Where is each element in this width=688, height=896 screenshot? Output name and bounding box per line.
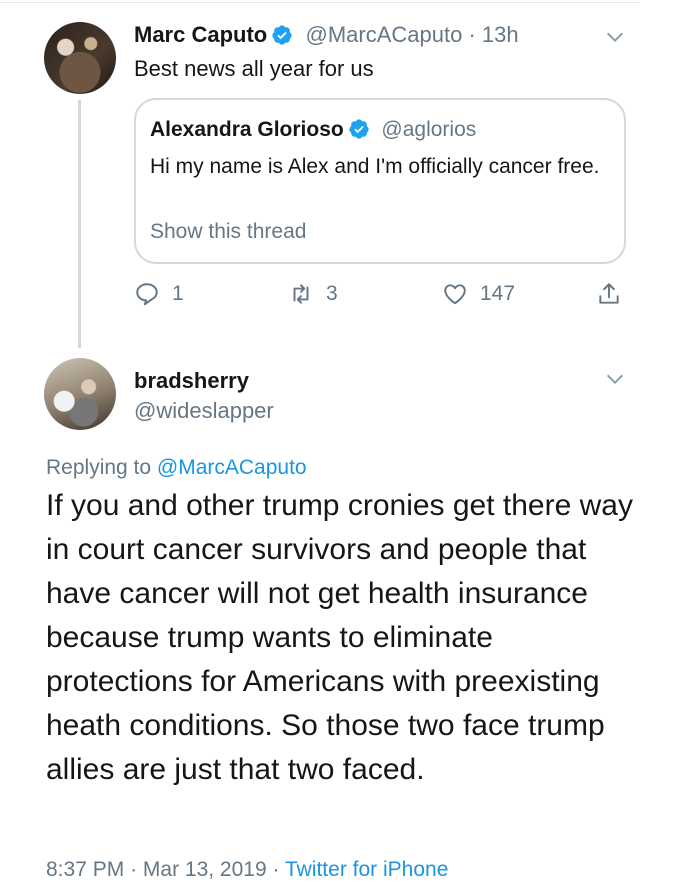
tweet-text: Best news all year for us <box>134 56 374 81</box>
share-icon <box>599 283 619 304</box>
tweet-header: Marc Caputo @MarcACaputo · 13h <box>134 22 519 48</box>
quoted-tweet-header: Alexandra Glorioso @aglorios <box>150 118 476 142</box>
tweet-date[interactable]: Mar 13, 2019 <box>143 858 267 881</box>
replying-to-line: Replying to @MarcACaputo <box>46 456 307 480</box>
reply-author-handle[interactable]: @wideslapper <box>134 398 274 424</box>
tweet-time[interactable]: 13h <box>482 22 519 47</box>
reply-author-name[interactable]: bradsherry <box>134 368 249 394</box>
tweet-timestamp[interactable]: 8:37 PM <box>46 858 124 881</box>
replying-to-label: Replying to <box>46 456 152 479</box>
like-icon <box>444 284 466 305</box>
share-button[interactable] <box>596 280 634 308</box>
reply-count: 1 <box>172 282 184 305</box>
reply-icon <box>136 283 158 306</box>
quoted-tweet-text: Hi my name is Alex and I'm officially ca… <box>150 155 600 178</box>
quoted-tweet-card[interactable]: Alexandra Glorioso @aglorios Hi my name … <box>134 98 626 264</box>
quoted-author-handle: @aglorios <box>381 118 477 141</box>
author-handle[interactable]: @MarcACaputo <box>305 22 462 47</box>
author-name[interactable]: Marc Caputo <box>134 22 267 47</box>
replying-to-handle-link[interactable]: @MarcACaputo <box>157 456 307 479</box>
tweet-footer: 8:37 PM · Mar 13, 2019 · Twitter for iPh… <box>46 858 448 882</box>
footer-separator: · <box>272 858 280 881</box>
retweet-icon <box>293 284 309 304</box>
chevron-down-icon[interactable] <box>604 368 626 390</box>
verified-badge-icon <box>267 22 293 47</box>
chevron-down-icon[interactable] <box>604 26 626 48</box>
thread-connector-line <box>78 100 81 348</box>
show-thread-link[interactable]: Show this thread <box>150 220 306 244</box>
retweet-button[interactable]: 3 <box>288 280 338 308</box>
footer-separator: · <box>130 858 138 881</box>
like-count: 147 <box>480 282 516 305</box>
avatar-bradsherry[interactable] <box>44 358 116 430</box>
reply-button[interactable]: 1 <box>134 280 184 308</box>
reply-text: If you and other trump cronies get there… <box>46 489 633 786</box>
tweet-source-link[interactable]: Twitter for iPhone <box>285 858 448 881</box>
like-button[interactable]: 147 <box>442 280 515 308</box>
top-divider <box>0 2 640 3</box>
meta-separator: · <box>468 22 476 47</box>
verified-badge-icon <box>344 118 370 141</box>
quoted-author-name: Alexandra Glorioso <box>150 118 344 141</box>
retweet-count: 3 <box>326 282 338 305</box>
avatar-marc-caputo[interactable] <box>44 22 116 94</box>
